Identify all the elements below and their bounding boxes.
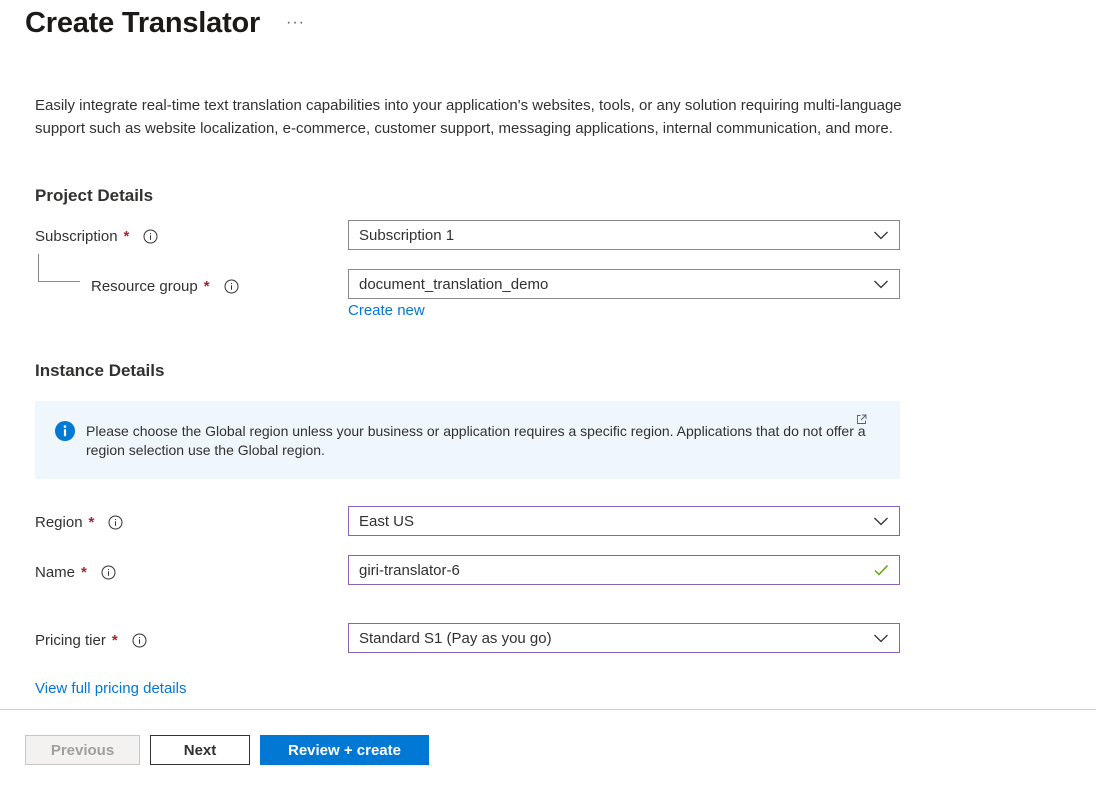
region-info-banner: Please choose the Global region unless y…	[35, 401, 900, 479]
required-marker: *	[123, 227, 130, 245]
page-title: Create Translator	[25, 7, 261, 39]
region-label: Region *	[35, 511, 123, 533]
next-button[interactable]: Next	[150, 735, 250, 765]
external-link-icon[interactable]	[856, 412, 867, 424]
info-icon[interactable]	[224, 279, 239, 294]
name-label-text: Name	[35, 563, 76, 581]
footer-divider	[0, 709, 1096, 710]
create-new-link[interactable]: Create new	[348, 302, 425, 319]
pricing-tier-value: Standard S1 (Pay as you go)	[359, 629, 552, 647]
required-marker: *	[88, 513, 95, 531]
subscription-label-text: Subscription	[35, 227, 118, 245]
pricing-tier-label-text: Pricing tier	[35, 631, 106, 649]
more-options-icon[interactable]: ···	[286, 14, 305, 32]
info-icon[interactable]	[132, 633, 147, 648]
info-icon[interactable]	[143, 229, 158, 244]
name-input[interactable]: giri-translator-6	[348, 555, 900, 585]
subscription-value: Subscription 1	[359, 226, 455, 244]
required-marker: *	[203, 277, 210, 295]
name-label: Name *	[35, 561, 116, 583]
chevron-down-icon	[873, 276, 889, 292]
resource-group-select[interactable]: document_translation_demo	[348, 269, 900, 299]
name-value: giri-translator-6	[359, 561, 460, 579]
chevron-down-icon	[873, 513, 889, 529]
region-value: East US	[359, 512, 415, 530]
chevron-down-icon	[873, 227, 889, 243]
subscription-select[interactable]: Subscription 1	[348, 220, 900, 250]
required-marker: *	[111, 631, 118, 649]
required-marker: *	[81, 563, 87, 581]
resource-group-label: Resource group *	[91, 275, 239, 297]
resource-group-label-text: Resource group	[91, 277, 198, 295]
region-select[interactable]: East US	[348, 506, 900, 536]
subscription-label: Subscription *	[35, 225, 158, 247]
info-circle-icon	[55, 421, 75, 441]
previous-button[interactable]: Previous	[25, 735, 140, 765]
pricing-tier-select[interactable]: Standard S1 (Pay as you go)	[348, 623, 900, 653]
instance-details-heading: Instance Details	[35, 361, 165, 380]
project-details-heading: Project Details	[35, 186, 154, 205]
pricing-tier-label: Pricing tier *	[35, 629, 147, 651]
page-description: Easily integrate real-time text translat…	[35, 97, 902, 137]
view-pricing-link[interactable]: View full pricing details	[35, 680, 186, 697]
chevron-down-icon	[873, 630, 889, 646]
region-label-text: Region	[35, 513, 83, 531]
resource-group-value: document_translation_demo	[359, 275, 549, 293]
info-icon[interactable]	[108, 515, 123, 530]
tree-connector-line	[38, 254, 80, 282]
check-icon	[873, 562, 889, 578]
info-message: Please choose the Global region unless y…	[86, 423, 866, 458]
info-icon[interactable]	[101, 565, 116, 580]
review-create-button[interactable]: Review + create	[260, 735, 429, 765]
